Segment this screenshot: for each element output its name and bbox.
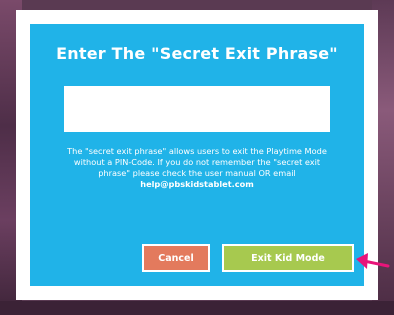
help-text: The "secret exit phrase" allows users to… [64, 146, 330, 190]
arrow-left-icon [356, 253, 390, 269]
help-email: help@pbskidstablet.com [140, 179, 254, 189]
dialog-frame: Enter The "Secret Exit Phrase" The "secr… [16, 10, 378, 300]
dialog-title: Enter The "Secret Exit Phrase" [56, 44, 338, 63]
secret-phrase-input[interactable] [64, 86, 330, 132]
exit-kid-mode-button[interactable]: Exit Kid Mode [222, 244, 354, 272]
secret-phrase-dialog: Enter The "Secret Exit Phrase" The "secr… [30, 24, 364, 286]
background-bottom [0, 301, 394, 315]
help-text-body: The "secret exit phrase" allows users to… [67, 146, 327, 178]
cancel-button[interactable]: Cancel [142, 244, 210, 272]
